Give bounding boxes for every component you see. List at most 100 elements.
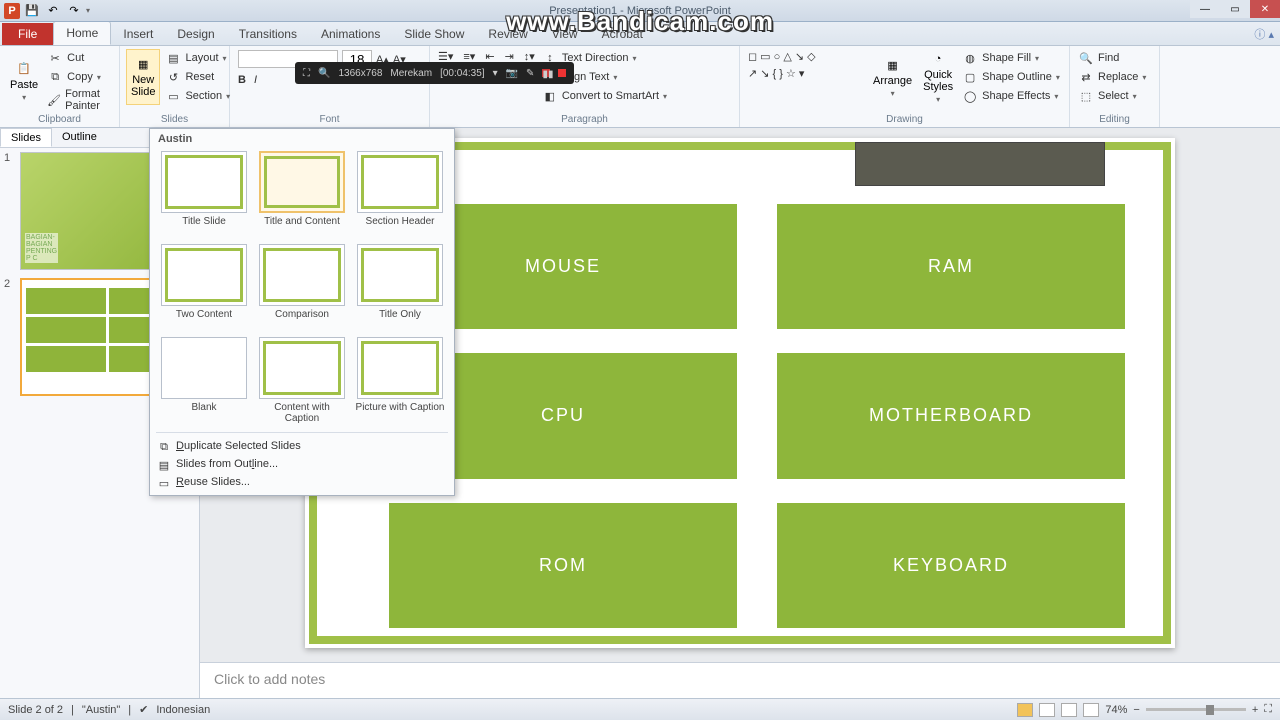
- close-button[interactable]: ✕: [1250, 0, 1280, 18]
- box-motherboard[interactable]: MOTHERBOARD: [777, 353, 1125, 478]
- bold-button[interactable]: B: [238, 74, 246, 86]
- zoom-slider[interactable]: [1146, 708, 1246, 711]
- bandicam-pause-icon[interactable]: ▮▮: [542, 69, 550, 77]
- view-sorter-button[interactable]: [1039, 703, 1055, 717]
- find-icon: 🔍: [1078, 50, 1094, 66]
- layout-content-with-caption[interactable]: Content with Caption: [256, 337, 348, 424]
- bandicam-draw-icon[interactable]: ✎: [526, 68, 534, 79]
- bandicam-zoom-icon[interactable]: 🔍: [318, 68, 330, 79]
- shape-outline-button[interactable]: ▢Shape Outline▾: [960, 68, 1062, 86]
- quick-access-toolbar: P 💾 ↶ ↷ ▾: [4, 2, 90, 20]
- reuse-icon: ▭: [156, 475, 172, 491]
- qat-customize-icon[interactable]: ▾: [86, 6, 90, 15]
- bandicam-fullscreen-icon[interactable]: ⛶: [303, 68, 310, 79]
- ribbon-help-icon[interactable]: ⓘ ▴: [1254, 26, 1274, 42]
- tab-outline[interactable]: Outline: [52, 128, 107, 147]
- tab-slideshow[interactable]: Slide Show: [392, 23, 476, 45]
- view-slideshow-button[interactable]: [1083, 703, 1099, 717]
- new-slide-icon: ▦: [135, 56, 151, 72]
- status-theme: "Austin": [82, 704, 120, 716]
- fit-to-window-button[interactable]: ⛶: [1264, 703, 1272, 716]
- tab-design[interactable]: Design: [165, 23, 226, 45]
- tab-home[interactable]: Home: [53, 21, 111, 45]
- new-slide-button[interactable]: ▦ New Slide: [126, 49, 160, 105]
- layout-title-slide[interactable]: Title Slide: [158, 151, 250, 238]
- italic-button[interactable]: I: [254, 74, 257, 86]
- redo-icon[interactable]: ↷: [65, 2, 83, 20]
- zoom-out-button[interactable]: −: [1133, 704, 1139, 716]
- zoom-percentage[interactable]: 74%: [1105, 704, 1127, 716]
- dropdown-separator: [156, 432, 448, 433]
- maximize-button[interactable]: ▭: [1220, 0, 1250, 18]
- quick-styles-icon: ◔: [930, 51, 946, 67]
- select-button[interactable]: ⬚Select▾: [1076, 87, 1148, 105]
- notes-pane[interactable]: Click to add notes: [200, 662, 1280, 698]
- tab-transitions[interactable]: Transitions: [227, 23, 309, 45]
- smartart-icon: ◧: [542, 88, 558, 104]
- status-language[interactable]: Indonesian: [156, 704, 210, 716]
- layout-comparison[interactable]: Comparison: [256, 244, 348, 331]
- find-button[interactable]: 🔍Find: [1076, 49, 1148, 67]
- shape-effects-button[interactable]: ◯Shape Effects▾: [960, 87, 1062, 105]
- section-icon: ▭: [165, 88, 181, 104]
- shape-outline-icon: ▢: [962, 69, 978, 85]
- tab-animations[interactable]: Animations: [309, 23, 392, 45]
- menu-duplicate-slides[interactable]: ⧉DDuplicate Selected Slidesuplicate Sele…: [150, 437, 454, 455]
- box-keyboard[interactable]: KEYBOARD: [777, 503, 1125, 628]
- tab-acrobat[interactable]: Acrobat: [590, 23, 655, 45]
- tab-review[interactable]: Review: [476, 23, 539, 45]
- layout-button[interactable]: ▤Layout▾: [163, 49, 232, 67]
- reset-button[interactable]: ↺Reset: [163, 68, 232, 86]
- layout-title-only[interactable]: Title Only: [354, 244, 446, 331]
- bandicam-camera-icon[interactable]: 📷: [506, 68, 518, 79]
- new-slide-label: New Slide: [131, 74, 155, 98]
- group-font: A▴ A▾ B I Font: [230, 46, 430, 127]
- tab-file[interactable]: File: [2, 23, 53, 45]
- bandicam-dropdown-icon[interactable]: ▾: [493, 68, 498, 79]
- minimize-button[interactable]: —: [1190, 0, 1220, 18]
- cut-button[interactable]: ✂Cut: [45, 49, 113, 67]
- tab-slides[interactable]: Slides: [0, 128, 52, 147]
- group-label-paragraph: Paragraph: [436, 114, 733, 127]
- shape-fill-button[interactable]: ◍Shape Fill▾: [960, 49, 1062, 67]
- menu-reuse-slides[interactable]: ▭Reuse Slides...: [150, 473, 454, 491]
- paste-label: Paste: [10, 79, 38, 91]
- copy-button[interactable]: ⧉Copy▾: [45, 68, 113, 86]
- window-controls: — ▭ ✕: [1190, 0, 1280, 18]
- layout-section-header[interactable]: Section Header: [354, 151, 446, 238]
- status-slide-number: Slide 2 of 2: [8, 704, 63, 716]
- undo-icon[interactable]: ↶: [44, 2, 62, 20]
- convert-smartart-button[interactable]: ◧Convert to SmartArt▾: [540, 87, 669, 105]
- shapes-gallery[interactable]: ◻ ▭ ○ △ ↘ ◇: [746, 49, 866, 64]
- slide-title-placeholder[interactable]: [855, 142, 1105, 186]
- tab-view[interactable]: View: [540, 23, 590, 45]
- section-button[interactable]: ▭Section▾: [163, 87, 232, 105]
- replace-button[interactable]: ⇄Replace▾: [1076, 68, 1148, 86]
- document-title: Presentation1 - Microsoft PowerPoint: [549, 5, 731, 17]
- menu-slides-from-outline[interactable]: ▤Slides from Outline...: [150, 455, 454, 473]
- layout-picture-with-caption[interactable]: Picture with Caption: [354, 337, 446, 424]
- paste-button[interactable]: 📋 Paste ▾: [6, 49, 42, 113]
- bandicam-status: Merekam: [390, 68, 432, 79]
- cut-icon: ✂: [47, 50, 63, 66]
- view-reading-button[interactable]: [1061, 703, 1077, 717]
- view-normal-button[interactable]: [1017, 703, 1033, 717]
- arrange-button[interactable]: ▦Arrange▾: [869, 49, 916, 106]
- save-icon[interactable]: 💾: [23, 2, 41, 20]
- copy-icon: ⧉: [47, 69, 63, 85]
- bandicam-stop-icon[interactable]: [558, 69, 566, 77]
- layout-title-and-content[interactable]: Title and Content: [256, 151, 348, 238]
- box-rom[interactable]: ROM: [389, 503, 737, 628]
- layout-two-content[interactable]: Two Content: [158, 244, 250, 331]
- new-slide-dropdown: Austin Title Slide Title and Content Sec…: [149, 128, 455, 496]
- format-painter-button[interactable]: 🖌Format Painter: [45, 87, 113, 113]
- group-editing: 🔍Find ⇄Replace▾ ⬚Select▾ Editing: [1070, 46, 1160, 127]
- format-painter-icon: 🖌: [47, 92, 61, 108]
- box-ram[interactable]: RAM: [777, 204, 1125, 329]
- quick-styles-button[interactable]: ◔Quick Styles▾: [919, 49, 957, 106]
- layout-blank[interactable]: Blank: [158, 337, 250, 424]
- tab-insert[interactable]: Insert: [111, 23, 165, 45]
- shape-fill-icon: ◍: [962, 50, 978, 66]
- spellcheck-icon[interactable]: ✔: [139, 703, 148, 716]
- zoom-in-button[interactable]: +: [1252, 704, 1258, 716]
